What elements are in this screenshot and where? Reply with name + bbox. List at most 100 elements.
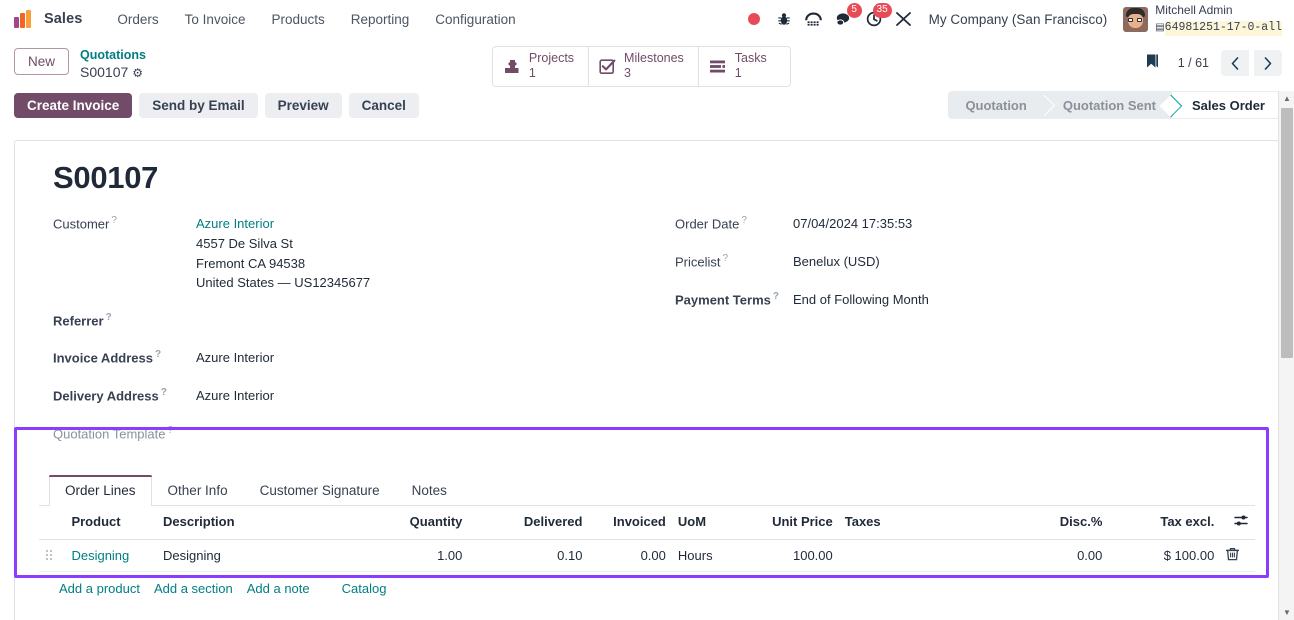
help-icon[interactable]: ? xyxy=(723,253,729,264)
pager-previous-button[interactable] xyxy=(1220,50,1249,76)
scrollbar-thumb[interactable] xyxy=(1281,108,1293,358)
messages-icon[interactable]: 5 xyxy=(829,3,862,34)
catalog-link[interactable]: Catalog xyxy=(342,581,401,596)
send-by-email-button[interactable]: Send by Email xyxy=(139,92,258,118)
projects-icon xyxy=(503,58,521,75)
help-icon[interactable]: ? xyxy=(155,349,161,360)
menu-to-invoice[interactable]: To Invoice xyxy=(172,8,259,31)
scroll-up-arrow[interactable]: ▲ xyxy=(1279,91,1294,106)
help-icon[interactable]: ? xyxy=(773,291,779,302)
header-description[interactable]: Description xyxy=(157,505,357,541)
column-options-icon[interactable] xyxy=(1234,514,1249,530)
customer-link[interactable]: Azure Interior xyxy=(196,216,274,231)
field-order-date-label: Order Date? xyxy=(675,215,747,232)
cancel-button[interactable]: Cancel xyxy=(348,92,419,118)
pager-value[interactable]: 1 / 61 xyxy=(1172,56,1215,70)
cell-description[interactable]: Designing xyxy=(157,539,357,573)
cell-invoiced[interactable]: 0.00 xyxy=(588,539,672,573)
field-pricelist-value[interactable]: Benelux (USD) xyxy=(793,252,880,272)
cell-product[interactable]: Designing xyxy=(65,539,158,573)
header-discount[interactable]: Disc.% xyxy=(1001,505,1109,541)
smart-button-milestones[interactable]: Milestones 3 xyxy=(589,46,699,87)
preview-button[interactable]: Preview xyxy=(264,92,342,118)
tab-customer-signature[interactable]: Customer Signature xyxy=(244,475,396,506)
cell-unit-price[interactable]: 100.00 xyxy=(726,539,839,573)
status-step-quotation-sent[interactable]: Quotation Sent xyxy=(1042,92,1172,118)
table-row[interactable]: Designing Designing 1.00 0.10 0.00 Hours… xyxy=(39,539,1255,573)
notebook-tabs: Order Lines Other Info Customer Signatur… xyxy=(39,474,1255,506)
add-a-note-link[interactable]: Add a note xyxy=(247,581,324,596)
cell-discount[interactable]: 0.00 xyxy=(1001,539,1109,573)
gear-icon[interactable]: ⚙ xyxy=(132,66,143,80)
menu-configuration[interactable]: Configuration xyxy=(422,8,528,31)
field-payment-terms-value[interactable]: End of Following Month xyxy=(793,290,929,310)
cell-uom[interactable]: Hours xyxy=(671,539,727,573)
cell-quantity[interactable]: 1.00 xyxy=(356,539,469,573)
add-a-product-link[interactable]: Add a product xyxy=(59,581,154,596)
pager-next-button[interactable] xyxy=(1253,50,1282,76)
header-taxes[interactable]: Taxes xyxy=(838,505,1002,541)
top-navbar: Sales Orders To Invoice Products Reporti… xyxy=(0,0,1294,39)
help-icon[interactable]: ? xyxy=(168,425,174,436)
menu-reporting[interactable]: Reporting xyxy=(338,8,423,31)
tasks-list-icon xyxy=(709,59,727,74)
page-scrollbar[interactable]: ▲ ▼ xyxy=(1278,91,1294,620)
cell-taxes[interactable] xyxy=(838,539,1002,573)
sales-logo[interactable] xyxy=(14,10,34,28)
voip-dialpad-icon[interactable] xyxy=(799,4,829,34)
recording-indicator-icon[interactable] xyxy=(739,4,769,34)
cell-delivered[interactable]: 0.10 xyxy=(468,539,589,573)
trash-icon[interactable] xyxy=(1226,548,1240,564)
customer-address-line-3: United States — US12345677 xyxy=(196,275,371,291)
new-button[interactable]: New xyxy=(14,48,70,75)
company-switcher[interactable]: My Company (San Francisco) xyxy=(919,8,1118,31)
menu-products[interactable]: Products xyxy=(258,8,337,31)
field-customer: Customer? Azure Interior 4557 De Silva S… xyxy=(53,214,647,293)
header-invoiced[interactable]: Invoiced xyxy=(588,505,672,541)
field-order-date-value[interactable]: 07/04/2024 17:35:53 xyxy=(793,214,912,234)
systray: 5 35 My Company (San Francisco) Mitchell… xyxy=(739,2,1282,36)
menu-orders[interactable]: Orders xyxy=(104,8,171,31)
tab-order-lines[interactable]: Order Lines xyxy=(49,474,152,506)
drag-handle-icon[interactable] xyxy=(45,547,54,561)
smart-buttons: Projects 1 Milestones 3 Tasks 1 xyxy=(491,46,791,87)
tab-notes[interactable]: Notes xyxy=(396,475,463,506)
smart-button-projects[interactable]: Projects 1 xyxy=(491,46,590,87)
status-step-quotation[interactable]: Quotation xyxy=(949,92,1043,118)
breadcrumb: Quotations S00107 ⚙ xyxy=(80,47,146,82)
activities-clock-icon[interactable]: 35 xyxy=(859,3,892,34)
user-name: Mitchell Admin xyxy=(1155,3,1233,18)
customer-address-line-2: Fremont CA 94538 xyxy=(196,255,306,271)
header-unit-price[interactable]: Unit Price xyxy=(726,505,839,541)
field-delivery-address-value[interactable]: Azure Interior xyxy=(196,386,274,406)
bookmark-icon[interactable] xyxy=(1137,49,1168,77)
help-icon[interactable]: ? xyxy=(161,387,167,398)
smart-button-tasks[interactable]: Tasks 1 xyxy=(698,46,791,87)
user-menu[interactable]: Mitchell Admin ▤64981251-17-0-all xyxy=(1117,2,1282,36)
field-quotation-template-label: Quotation Template? xyxy=(53,424,174,441)
breadcrumb-current-record: S00107 xyxy=(80,64,129,81)
header-uom[interactable]: UoM xyxy=(671,505,727,541)
add-a-section-link[interactable]: Add a section xyxy=(154,581,247,596)
field-pricelist: Pricelist? Benelux (USD) xyxy=(675,252,1255,272)
field-invoice-address-value[interactable]: Azure Interior xyxy=(196,348,274,368)
breadcrumb-quotations[interactable]: Quotations xyxy=(80,47,146,63)
app-name[interactable]: Sales xyxy=(44,11,82,27)
header-delivered[interactable]: Delivered xyxy=(468,505,589,541)
status-step-sales-order[interactable]: Sales Order xyxy=(1172,92,1281,118)
customer-address-line-1: 4557 De Silva St xyxy=(196,235,293,251)
help-icon[interactable]: ? xyxy=(741,215,747,226)
shortcuts-icon[interactable] xyxy=(889,4,919,34)
help-icon[interactable]: ? xyxy=(106,312,112,323)
tab-other-info[interactable]: Other Info xyxy=(152,475,244,506)
help-icon[interactable]: ? xyxy=(111,215,117,226)
scroll-down-arrow[interactable]: ▼ xyxy=(1279,605,1294,620)
bug-icon[interactable] xyxy=(769,4,799,34)
create-invoice-button[interactable]: Create Invoice xyxy=(14,92,133,118)
header-quantity[interactable]: Quantity xyxy=(356,505,469,541)
header-product[interactable]: Product xyxy=(65,505,158,541)
row-drag-cell xyxy=(39,539,66,573)
field-quotation-template: Quotation Template? xyxy=(53,424,647,443)
header-tax-excl[interactable]: Tax excl. xyxy=(1108,505,1221,541)
control-panel: New Quotations S00107 ⚙ Projects 1 Miles… xyxy=(0,39,1294,127)
